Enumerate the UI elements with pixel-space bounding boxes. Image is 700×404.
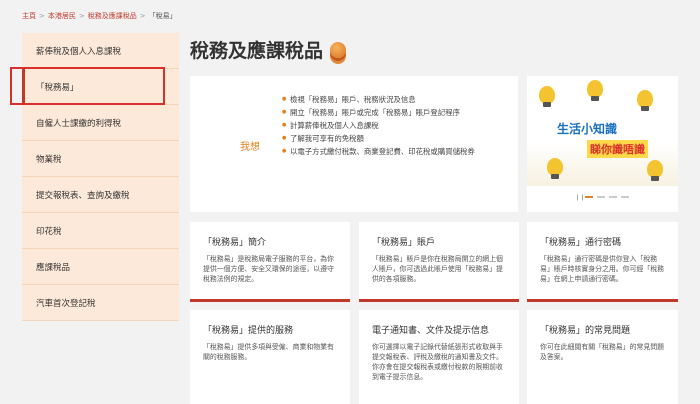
i-want-link-allowances[interactable]: 了解我可享有的免稅額 [282,133,508,144]
banner-subtitle: 睇你識唔識 [587,140,648,158]
card-desc: 「稅務易」提供多項與受僱、商業和物業有關的稅務服務。 [203,343,334,361]
breadcrumb-tax[interactable]: 稅務及應課稅品 [88,12,137,20]
i-want-link-open-account[interactable]: 開立「稅務易」賬戶或完成「稅務易」賬戶登記程序 [282,107,508,118]
i-want-link-calculate-tax[interactable]: 計算薪俸稅及個人入息課稅 [282,120,508,131]
card-etax-services[interactable]: 「稅務易」提供的服務 「稅務易」提供多項與受僱、商業和物業有關的稅務服務。 [190,310,350,404]
breadcrumb-residents[interactable]: 本港居民 [48,12,76,20]
carousel-dot[interactable] [597,196,605,198]
sidebar-item-label: 物業稅 [36,154,62,165]
card-etax-password[interactable]: 「稅務易」通行密碼 「稅務易」通行密碼是供你登入「稅務易」賬戶時核實身分之用。你… [527,222,678,302]
pause-icon[interactable]: ❙❙ [575,194,585,201]
breadcrumb-sep: > [78,12,85,20]
card-accent-bar [527,299,678,302]
sidebar-item-property-tax[interactable]: 物業稅 [22,141,179,177]
lightbulb-icon [547,158,563,179]
card-title: 「稅務易」通行密碼 [540,238,622,248]
sidebar-item-label: 印花稅 [36,226,62,237]
card-etax-intro[interactable]: 「稅務易」簡介 「稅務易」是稅務局電子服務的平台，為你提供一個方便、安全又環保的… [190,222,350,302]
sidebar-nav: 薪俸稅及個人入息課稅 「稅務易」 自僱人士課繳的利得稅 物業稅 提交報稅表、查詢… [22,33,179,321]
carousel-dot[interactable] [621,196,629,198]
sidebar-item-label: 自僱人士課繳的利得稅 [36,118,122,129]
card-accent-bar [359,299,519,302]
lightbulb-icon [647,160,663,181]
card-etax-account[interactable]: 「稅務易」賬戶 「稅務易」賬戶是你在稅務局開立的網上個人賬戶，你可透過此賬戶使用… [359,222,519,302]
card-desc: 你可在此細閱有關「稅務易」的常見問題及答案。 [540,343,665,361]
i-want-label: 我想 [240,142,260,153]
breadcrumb-sep: > [39,12,45,20]
banner-illustration: 生活小知識 睇你識唔識 [527,76,678,186]
breadcrumb: 主頁 > 本港居民 > 稅務及應課稅品 > 「稅易」 [22,11,177,21]
card-title: 「稅務易」賬戶 [372,238,436,248]
i-want-list: 檢視「稅務易」賬戶、稅務狀況及信息 開立「稅務易」賬戶或完成「稅務易」賬戶登記程… [282,94,508,159]
card-e-notices[interactable]: 電子通知書、文件及提示信息 你可選擇以電子記錄代替紙張形式收取與手提交報稅表、評… [359,310,519,404]
sidebar-item-tax-returns[interactable]: 提交報稅表、查詢及繳稅 [22,177,179,213]
i-want-link-view-account[interactable]: 檢視「稅務易」賬戶、稅務狀況及信息 [282,94,508,105]
sidebar-item-vehicle-tax[interactable]: 汽車首次登記稅 [22,285,179,321]
breadcrumb-current: 「稅易」 [148,12,177,20]
carousel-dots [585,196,629,198]
lightbulb-icon [637,90,653,111]
sidebar-item-label: 應課稅品 [36,262,71,273]
card-desc: 「稅務易」賬戶是你在稅務局開立的網上個人賬戶，你可透過此賬戶使用「稅務易」提供的… [372,255,503,283]
breadcrumb-home[interactable]: 主頁 [22,12,36,20]
card-title: 「稅務易」簡介 [203,238,267,248]
card-accent-bar [190,299,350,302]
card-desc: 你可選擇以電子記錄代替紙張形式收取與手提交報稅表、評稅及繳稅的通知書及文件。你亦… [372,343,503,381]
promo-banner[interactable]: 生活小知識 睇你識唔識 ❙❙ [527,76,678,212]
sidebar-item-dutiable[interactable]: 應課稅品 [22,249,179,285]
card-etax-faq[interactable]: 「稅務易」的常見問題 你可在此細閱有關「稅務易」的常見問題及答案。 [527,310,678,404]
sidebar-item-stamp-duty[interactable]: 印花稅 [22,213,179,249]
coin-icon [330,41,347,58]
sidebar-item-label: 提交報稅表、查詢及繳稅 [36,190,130,201]
card-title: 電子通知書、文件及提示信息 [372,326,490,336]
sidebar-item-salaries-tax[interactable]: 薪俸稅及個人入息課稅 [22,33,179,69]
breadcrumb-sep: > [139,12,146,20]
banner-title: 生活小知識 [557,122,618,136]
card-title: 「稅務易」提供的服務 [203,326,294,336]
sidebar-item-etax[interactable]: 「稅務易」 [22,69,179,105]
carousel-dot[interactable] [609,196,617,198]
sidebar-item-label: 薪俸稅及個人入息課稅 [36,46,122,57]
card-desc: 「稅務易」是稅務局電子服務的平台，為你提供一個方便、安全又環保的途徑，以遵守稅務… [203,255,334,283]
i-want-panel: 我想 檢視「稅務易」賬戶、稅務狀況及信息 開立「稅務易」賬戶或完成「稅務易」賬戶… [190,76,518,212]
sidebar-item-profits-tax[interactable]: 自僱人士課繳的利得稅 [22,105,179,141]
carousel-dot[interactable] [585,196,593,198]
sidebar-item-label: 汽車首次登記稅 [36,298,96,309]
card-desc: 「稅務易」通行密碼是供你登入「稅務易」賬戶時核實身分之用。你可經「稅務易」在網上… [540,255,665,283]
sidebar-item-label: 「稅務易」 [36,82,79,93]
page-title-text: 稅務及應課稅品 [190,40,324,62]
lightbulb-icon [587,80,603,101]
page-title: 稅務及應課稅品 [190,36,347,63]
card-title: 「稅務易」的常見問題 [540,326,631,336]
lightbulb-icon [539,86,555,107]
i-want-link-epayment[interactable]: 以電子方式繳付稅款、商業登記費、印花稅或購買儲稅券 [282,146,508,157]
